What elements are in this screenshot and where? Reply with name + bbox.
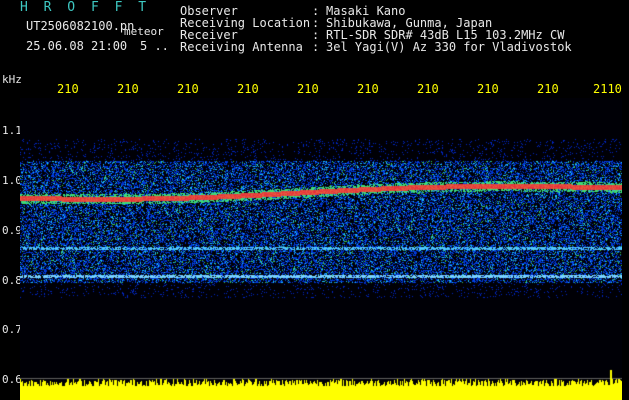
filename: UT2506082100.pn (26, 19, 135, 33)
x-tick: 210 (297, 82, 319, 96)
y-tick: 1.1 (2, 124, 22, 137)
dwell-label: 5 .. (140, 39, 169, 53)
antenna-label: Receiving Antenna (180, 40, 303, 54)
y-tick: 1.0 (2, 174, 22, 187)
waterfall-canvas (20, 98, 622, 400)
x-tick: 2110 (593, 82, 622, 96)
datetime: 25.06.08 21:00 (26, 39, 128, 53)
x-tick: 210 (477, 82, 499, 96)
antenna-sep: : (312, 40, 320, 54)
y-tick: 0.7 (2, 323, 22, 336)
x-tick: 210 (117, 82, 139, 96)
mode-label: meteor (124, 25, 164, 38)
x-tick: 210 (237, 82, 259, 96)
spectrogram-plot (20, 98, 622, 400)
x-tick: 210 (417, 82, 439, 96)
unit-label: kHz (2, 73, 22, 86)
x-tick: 210 (57, 82, 79, 96)
app-logo: H R O F F T (20, 0, 151, 15)
antenna-value: 3el Yagi(V) Az 330 for Vladivostok (326, 40, 572, 54)
y-tick: 0.9 (2, 224, 22, 237)
x-tick: 210 (537, 82, 559, 96)
y-tick: 0.6 (2, 373, 22, 386)
x-tick: 210 (357, 82, 379, 96)
x-tick: 210 (177, 82, 199, 96)
y-tick: 0.8 (2, 274, 22, 287)
